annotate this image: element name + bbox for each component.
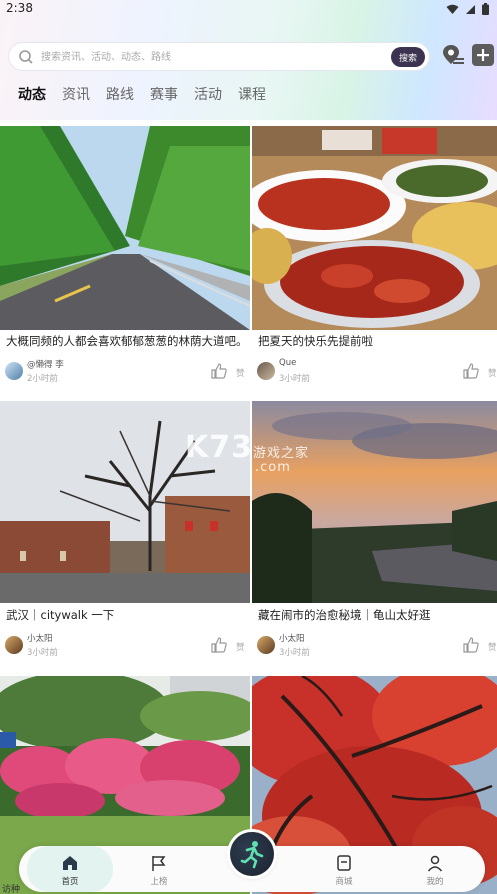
watermark-main: K73 [185, 430, 253, 465]
card-photo[interactable] [252, 126, 497, 330]
start-run-button[interactable] [230, 832, 274, 876]
watermark-domain: .com [255, 460, 291, 475]
card-author[interactable]: @懒得 李 [27, 358, 64, 370]
thumbs-up-icon[interactable] [462, 362, 480, 380]
partial-caption: 访种 [2, 885, 21, 894]
card-time: 3小时前 [279, 648, 310, 658]
card-time: 3小时前 [279, 374, 310, 384]
watermark-sub: 游戏之家 [253, 446, 310, 461]
tab-routes[interactable]: 路线 [106, 86, 134, 108]
card-author[interactable]: 小太阳 [27, 632, 53, 644]
nav-home-label: 首页 [61, 877, 79, 887]
avatar[interactable] [5, 362, 23, 380]
tab-activities[interactable]: 活动 [194, 86, 222, 108]
user-icon [427, 855, 443, 872]
nav-mine-label: 我的 [426, 877, 444, 887]
like-label: 赞 [488, 369, 497, 379]
location-icon[interactable] [441, 43, 465, 69]
card-title: 把夏天的快乐先提前啦 [258, 334, 373, 348]
home-icon [63, 856, 77, 870]
nav-shop-label: 商城 [335, 877, 353, 887]
status-time: 2:38 [6, 1, 33, 15]
nav-post-label: 上榜 [150, 877, 168, 887]
card-title: 武汉｜citywalk 一下 [6, 608, 115, 622]
nav-mine[interactable]: 我的 [395, 846, 475, 892]
tab-courses[interactable]: 课程 [238, 86, 266, 108]
avatar[interactable] [257, 636, 275, 654]
card-title: 藏在闹市的治愈秘境｜龟山太好逛 [258, 608, 431, 622]
thumbs-up-icon[interactable] [210, 362, 228, 380]
search-button[interactable]: 搜索 [391, 47, 425, 67]
runner-icon [240, 841, 264, 869]
card-author[interactable]: 小太阳 [279, 632, 305, 644]
like-label: 赞 [236, 643, 245, 653]
signal-icon [466, 4, 475, 14]
add-post-button[interactable] [472, 44, 494, 66]
nav-home[interactable]: 首页 [27, 846, 113, 892]
card-time: 2小时前 [27, 374, 58, 384]
search-input[interactable] [41, 47, 381, 67]
like-label: 赞 [236, 369, 245, 379]
nav-post[interactable]: 上榜 [119, 846, 199, 892]
tab-events[interactable]: 赛事 [150, 86, 178, 108]
thumbs-up-icon[interactable] [210, 636, 228, 654]
shop-icon [337, 855, 351, 871]
nav-shop[interactable]: 商城 [304, 846, 384, 892]
flag-icon [152, 856, 166, 871]
card-photo[interactable] [0, 126, 250, 330]
avatar[interactable] [5, 636, 23, 654]
category-tabs: 动态 资讯 路线 赛事 活动 课程 [18, 86, 282, 108]
avatar[interactable] [257, 362, 275, 380]
search-icon [19, 50, 33, 64]
tab-news[interactable]: 资讯 [62, 86, 90, 108]
status-bar: 2:38 [0, 0, 497, 22]
status-icons [446, 3, 489, 15]
card-time: 3小时前 [27, 648, 58, 658]
search-bar[interactable]: 搜索 [8, 42, 430, 71]
battery-icon [482, 3, 489, 15]
card-author[interactable]: Que [279, 358, 296, 368]
thumbs-up-icon[interactable] [462, 636, 480, 654]
wifi-icon [446, 4, 459, 14]
tab-dynamics[interactable]: 动态 [18, 86, 46, 108]
plus-icon [477, 49, 489, 61]
watermark: K73游戏之家 .com [185, 430, 310, 475]
card-title: 大概同频的人都会喜欢郁郁葱葱的林荫大道吧。 [6, 334, 246, 348]
like-label: 赞 [488, 643, 497, 653]
